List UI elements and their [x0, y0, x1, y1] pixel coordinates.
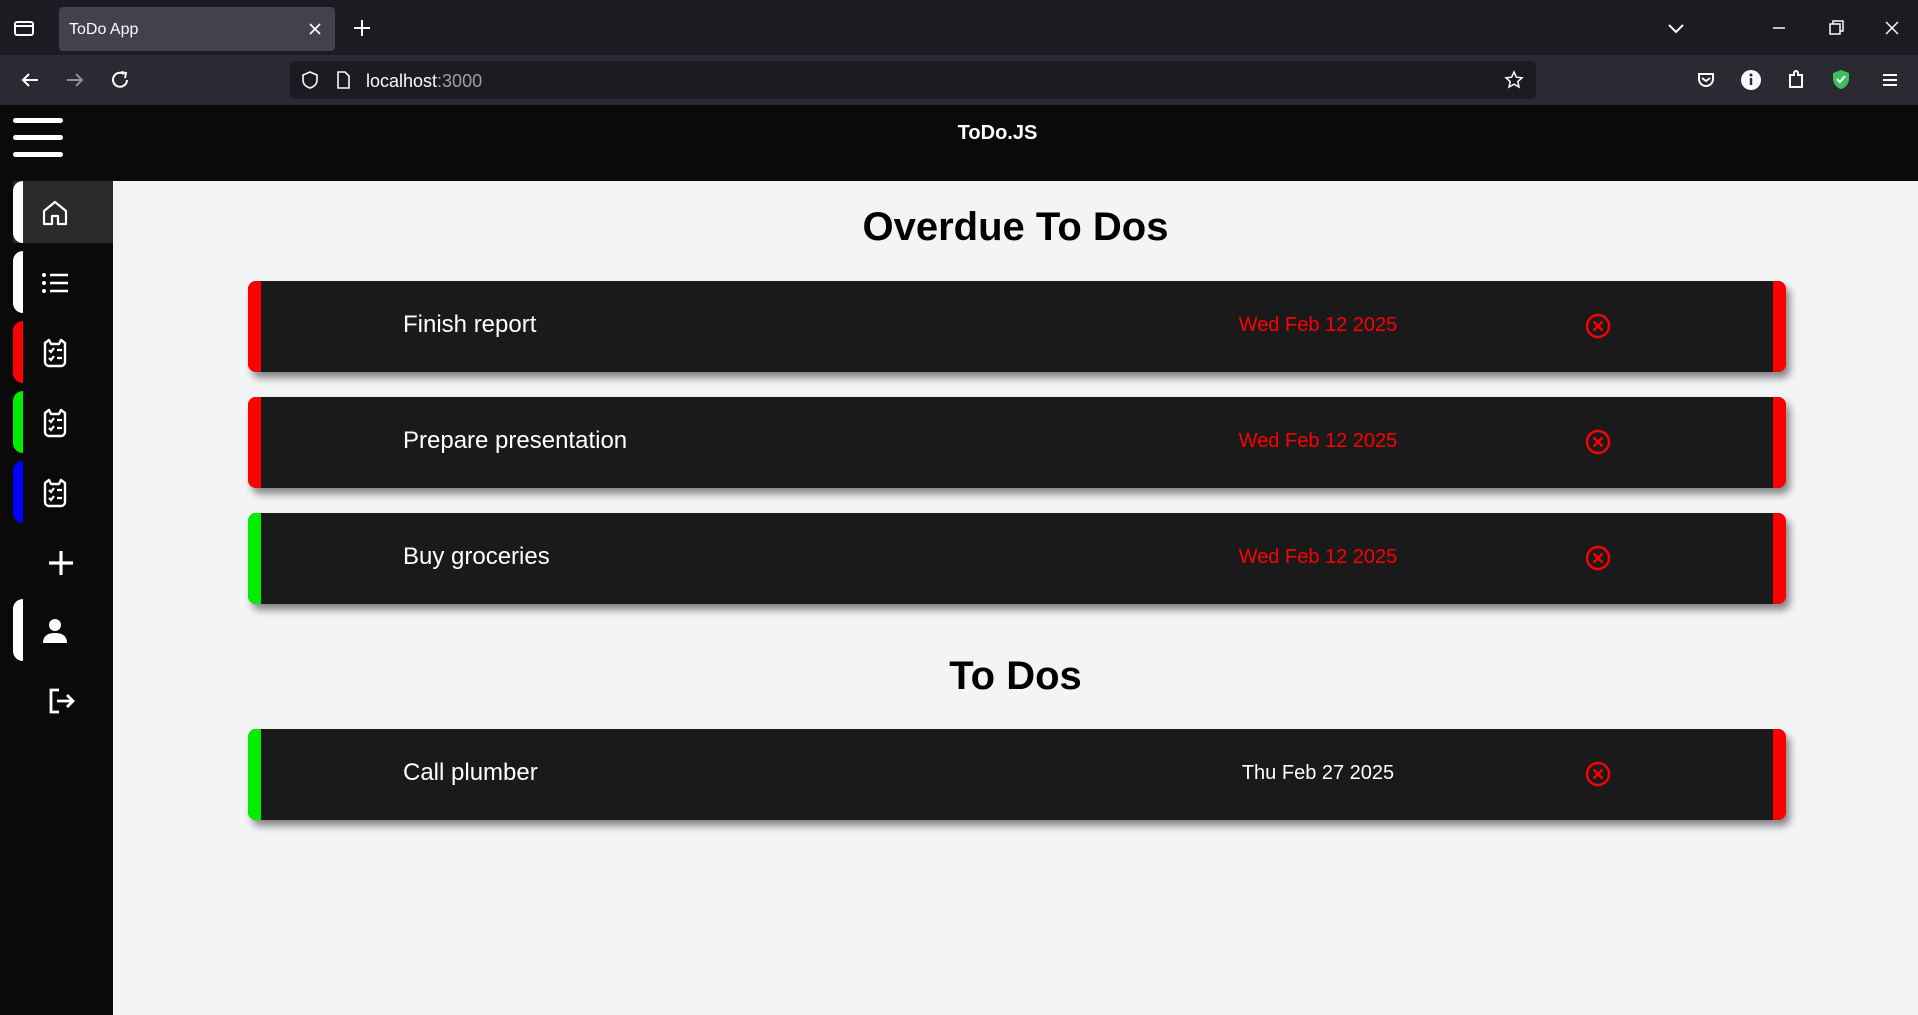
todo-date: Thu Feb 27 2025	[1241, 762, 1395, 784]
close-window-icon[interactable]	[1878, 14, 1906, 42]
status-indicator	[1773, 729, 1786, 820]
plus-icon	[45, 547, 77, 579]
todo-item[interactable]: Buy groceries Wed Feb 12 2025	[248, 513, 1786, 604]
app-title: ToDo.JS	[957, 122, 1038, 144]
sidebar-indicator	[13, 251, 23, 313]
sidebar-item-red-category[interactable]	[13, 321, 113, 383]
user-icon	[39, 615, 71, 647]
tab-title: ToDo App	[69, 21, 139, 38]
browser-tab[interactable]: ToDo App	[59, 7, 335, 51]
todo-date: Wed Feb 12 2025	[1238, 546, 1398, 568]
bookmark-star-icon[interactable]	[1504, 70, 1524, 90]
todo-date: Wed Feb 12 2025	[1238, 314, 1398, 336]
delete-icon[interactable]	[1584, 544, 1612, 572]
main-content: Overdue To Dos Finish report Wed Feb 12 …	[113, 181, 1918, 1015]
reload-icon[interactable]	[106, 66, 134, 94]
sidebar-indicator	[13, 181, 23, 243]
shield-extension-icon[interactable]	[1827, 66, 1855, 94]
browser-nav-bar: localhost:3000	[0, 55, 1918, 105]
list-all-tabs-icon[interactable]	[1662, 14, 1690, 42]
todo-name: Prepare presentation	[403, 427, 628, 454]
todo-item[interactable]: Call plumber Thu Feb 27 2025	[248, 729, 1786, 820]
sidebar-item-home[interactable]	[13, 181, 113, 243]
url-host: localhost	[366, 71, 438, 91]
checklist-icon	[39, 337, 71, 369]
forward-icon[interactable]	[61, 66, 89, 94]
close-tab-icon[interactable]	[305, 19, 325, 39]
url-port: :3000	[437, 71, 483, 91]
todo-item[interactable]: Finish report Wed Feb 12 2025	[248, 281, 1786, 372]
sidebar-indicator	[13, 391, 23, 453]
tab-list-icon[interactable]	[10, 14, 38, 42]
todo-item[interactable]: Prepare presentation Wed Feb 12 2025	[248, 397, 1786, 488]
back-icon[interactable]	[16, 66, 44, 94]
sidebar-item-add[interactable]	[13, 531, 113, 593]
todo-date: Wed Feb 12 2025	[1238, 430, 1398, 452]
todos-section-title: To Dos	[949, 654, 1082, 698]
sidebar-item-list[interactable]	[13, 251, 113, 313]
shield-icon[interactable]	[300, 70, 320, 90]
minimize-icon[interactable]	[1765, 14, 1793, 42]
sidebar-item-profile[interactable]	[13, 599, 113, 661]
url-text: localhost:3000	[366, 71, 482, 92]
pocket-icon[interactable]	[1692, 66, 1720, 94]
delete-icon[interactable]	[1584, 760, 1612, 788]
sidebar-item-blue-category[interactable]	[13, 461, 113, 523]
info-icon[interactable]	[1737, 66, 1765, 94]
extensions-icon[interactable]	[1782, 66, 1810, 94]
category-indicator	[248, 513, 261, 604]
overdue-section-title: Overdue To Dos	[862, 205, 1169, 249]
category-indicator	[248, 281, 261, 372]
restore-icon[interactable]	[1822, 14, 1850, 42]
app-header: ToDo.JS	[0, 105, 1918, 181]
sidebar-indicator	[13, 321, 23, 383]
checklist-icon	[39, 407, 71, 439]
status-indicator	[1773, 397, 1786, 488]
delete-icon[interactable]	[1584, 428, 1612, 456]
category-indicator	[248, 397, 261, 488]
sidebar-item-logout[interactable]	[13, 669, 113, 731]
address-bar[interactable]: localhost:3000	[290, 61, 1536, 99]
todo-name: Finish report	[403, 311, 537, 338]
browser-tab-bar: ToDo App	[0, 0, 1918, 55]
sidebar-indicator	[13, 599, 23, 661]
logout-icon	[45, 685, 77, 717]
delete-icon[interactable]	[1584, 312, 1612, 340]
home-icon	[39, 197, 71, 229]
list-icon	[39, 267, 71, 299]
status-indicator	[1773, 281, 1786, 372]
sidebar-indicator	[13, 461, 23, 523]
menu-icon[interactable]	[1876, 66, 1904, 94]
new-tab-icon[interactable]	[348, 14, 376, 42]
todo-name: Call plumber	[403, 759, 538, 786]
checklist-icon	[39, 477, 71, 509]
status-indicator	[1773, 513, 1786, 604]
page-icon[interactable]	[333, 70, 353, 90]
sidebar	[0, 181, 113, 1015]
category-indicator	[248, 729, 261, 820]
sidebar-item-green-category[interactable]	[13, 391, 113, 453]
todo-name: Buy groceries	[403, 543, 550, 570]
